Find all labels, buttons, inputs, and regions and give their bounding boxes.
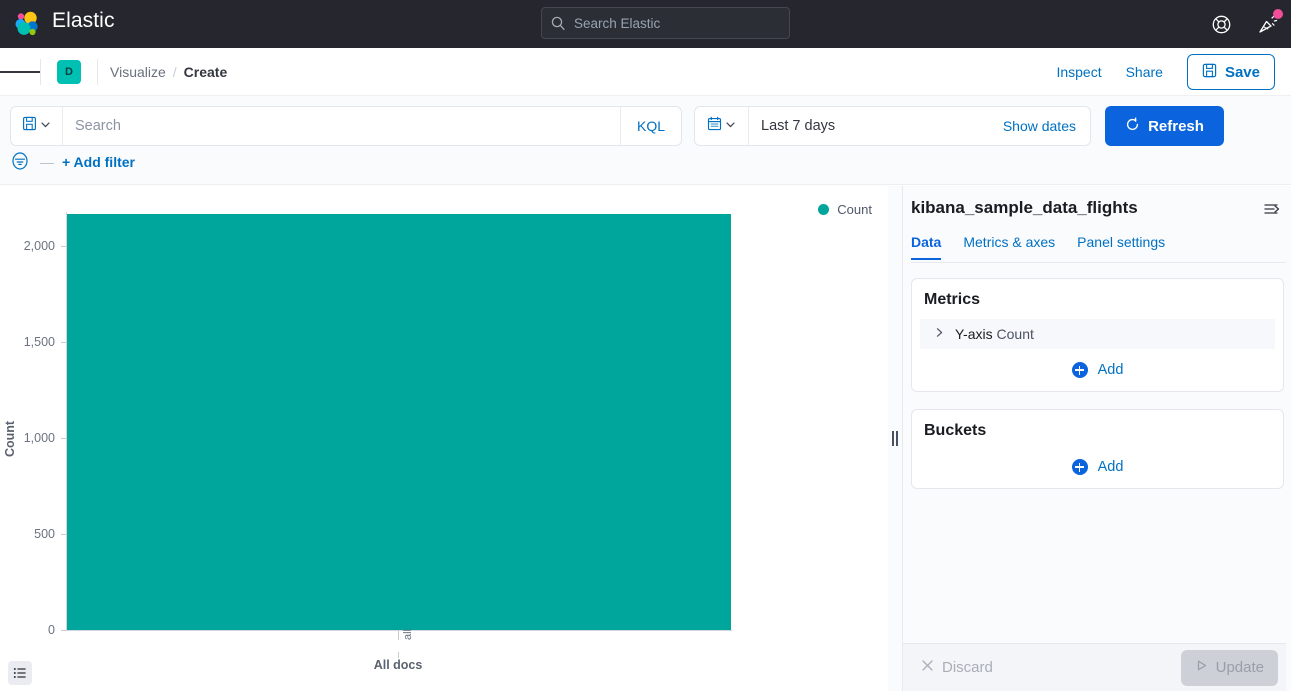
metric-row-y-axis-count[interactable]: Y-axis Count — [920, 319, 1275, 349]
chevron-down-icon — [725, 117, 736, 135]
discard-button-label: Discard — [942, 659, 993, 676]
add-metric-button[interactable]: Add — [912, 349, 1283, 391]
plus-circle-icon — [1071, 362, 1088, 378]
update-button[interactable]: Update — [1180, 649, 1278, 686]
list-inspect-icon[interactable] — [8, 661, 32, 685]
legend-color-swatch — [818, 204, 830, 215]
tab-metrics-and-axes[interactable]: Metrics & axes — [963, 234, 1055, 260]
hamburger-menu-icon[interactable] — [0, 48, 40, 96]
chart-legend[interactable]: Count — [818, 202, 872, 217]
date-picker: Last 7 days Show dates — [694, 106, 1091, 146]
tabs-underline — [911, 262, 1291, 263]
metric-row-label: Y-axis Count — [955, 326, 1034, 342]
filter-dash: — — [40, 154, 54, 170]
x-axis-title: All docs — [373, 658, 423, 672]
discard-button[interactable]: Discard — [921, 659, 993, 676]
topbar-actions — [1207, 0, 1283, 48]
kibana-visualize-create-page: Elastic Search Elastic D Visualize / Cre… — [0, 0, 1291, 691]
add-metric-label: Add — [1097, 362, 1124, 378]
breadcrumb-bar: D Visualize / Create Inspect Share Save — [0, 48, 1291, 96]
update-button-label: Update — [1215, 659, 1264, 676]
tab-panel-settings[interactable]: Panel settings — [1077, 234, 1165, 260]
metrics-card: Metrics Y-axis Count Add — [911, 278, 1284, 392]
divider — [97, 58, 98, 85]
add-filter-button[interactable]: + Add filter — [62, 154, 135, 170]
bar-series-count[interactable] — [67, 214, 731, 630]
close-x-icon — [921, 659, 934, 676]
party-popper-icon[interactable] — [1253, 9, 1283, 38]
project-badge[interactable]: D — [57, 59, 81, 84]
notification-badge-dot — [1273, 9, 1283, 19]
breadcrumb-item-create[interactable]: Create — [184, 64, 228, 80]
global-search-placeholder: Search Elastic — [574, 15, 661, 31]
refresh-icon — [1125, 117, 1140, 136]
query-bar-row: Search KQL Last 7 days Show dates Refres… — [10, 106, 1224, 146]
time-range-value[interactable]: Last 7 days — [749, 118, 1003, 134]
inspect-button[interactable]: Inspect — [1056, 64, 1101, 80]
y-axis-tick-label: 2,000 — [23, 239, 55, 253]
y-axis-tick-label: 1,000 — [23, 431, 55, 445]
breadcrumb: Visualize / Create — [110, 64, 227, 80]
calendar-icon — [707, 116, 722, 136]
x-axis-tick-label: all — [402, 628, 414, 640]
panel-resize-handle[interactable] — [888, 186, 902, 691]
page-scrollbar[interactable] — [1286, 186, 1291, 691]
buckets-card: Buckets Add — [911, 409, 1284, 489]
search-bar: Search KQL — [10, 106, 682, 146]
add-bucket-label: Add — [1097, 459, 1124, 475]
breadcrumb-item-visualize[interactable]: Visualize — [110, 64, 166, 80]
legend-item-count: Count — [837, 202, 872, 217]
index-pattern-title: kibana_sample_data_flights — [911, 198, 1138, 217]
add-bucket-button[interactable]: Add — [912, 446, 1283, 488]
buckets-card-title: Buckets — [924, 422, 987, 439]
breadcrumb-actions: Inspect Share Save — [1056, 48, 1275, 96]
metrics-card-title: Metrics — [924, 291, 981, 308]
query-bar: Search KQL Last 7 days Show dates Refres… — [0, 96, 1291, 185]
save-button-label: Save — [1224, 63, 1260, 81]
visualization-chart-pane: Count Count 2,000 1,500 1,000 500 0 all … — [0, 186, 890, 691]
show-dates-button[interactable]: Show dates — [1003, 118, 1090, 134]
tab-data[interactable]: Data — [911, 234, 942, 260]
brand-title: Elastic — [52, 9, 115, 32]
saved-query-button[interactable] — [11, 107, 63, 145]
y-axis-tick-label: 500 — [34, 527, 55, 541]
filter-bar: — + Add filter — [10, 151, 135, 173]
refresh-button[interactable]: Refresh — [1105, 106, 1224, 146]
y-axis-tick-label: 1,500 — [23, 335, 55, 349]
y-axis-tick-label: 0 — [48, 623, 55, 637]
x-axis-tick-mark — [398, 631, 399, 640]
query-language-button[interactable]: KQL — [619, 107, 681, 145]
sidebar-footer: Discard Update — [903, 643, 1291, 691]
search-input[interactable]: Search — [63, 118, 620, 134]
chevron-right-icon — [934, 325, 945, 343]
save-disk-icon — [1202, 63, 1217, 82]
elastic-logo-icon[interactable] — [10, 7, 44, 41]
play-triangle-icon — [1195, 659, 1208, 676]
plus-circle-icon — [1071, 459, 1088, 475]
global-topbar: Elastic Search Elastic — [0, 0, 1291, 48]
filter-funnel-icon[interactable] — [10, 151, 32, 173]
date-quick-select-button[interactable] — [695, 107, 749, 145]
metric-axis-label: Y-axis — [955, 326, 993, 342]
collapse-panel-icon[interactable] — [1263, 200, 1281, 218]
metric-agg-label: Count — [996, 326, 1034, 342]
breadcrumb-separator: / — [172, 63, 177, 80]
save-button[interactable]: Save — [1186, 54, 1275, 90]
visualization-editor-sidebar: kibana_sample_data_flights Data Metrics … — [902, 186, 1291, 691]
x-axis-line — [66, 630, 732, 631]
global-search-input[interactable]: Search Elastic — [541, 7, 790, 39]
sidebar-tabs: Data Metrics & axes Panel settings — [911, 234, 1291, 264]
help-lifebuoy-icon[interactable] — [1207, 10, 1235, 38]
search-icon — [550, 15, 566, 31]
chevron-down-icon — [40, 117, 51, 135]
divider — [40, 58, 41, 85]
saved-query-disk-icon — [22, 116, 37, 136]
share-button[interactable]: Share — [1126, 64, 1163, 80]
drag-handle-icon — [892, 431, 898, 446]
refresh-button-label: Refresh — [1148, 117, 1204, 135]
